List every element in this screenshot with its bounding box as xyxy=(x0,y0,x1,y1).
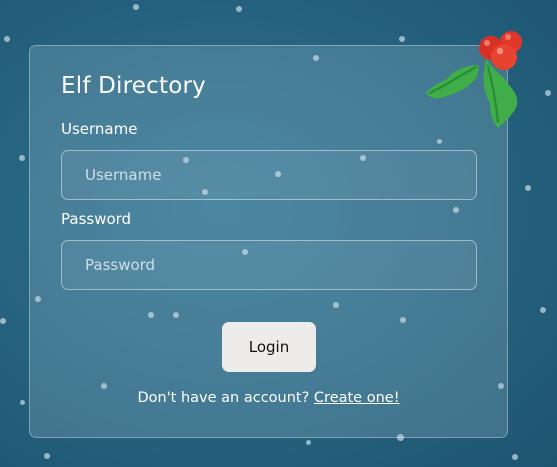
snowflake xyxy=(133,4,139,10)
snowflake xyxy=(525,185,531,191)
snowflake xyxy=(236,6,242,12)
login-button[interactable]: Login xyxy=(222,322,316,372)
snowflake xyxy=(20,400,25,405)
password-input[interactable] xyxy=(61,240,477,290)
snowflake xyxy=(19,155,25,161)
snowflake xyxy=(512,454,518,460)
snowflake xyxy=(399,36,405,42)
page-title: Elf Directory xyxy=(61,73,206,99)
signup-prompt-text: Don't have an account? xyxy=(137,390,310,406)
snowflake xyxy=(545,90,551,96)
password-label: Password xyxy=(61,210,132,228)
snowflake xyxy=(540,307,546,313)
create-account-link[interactable]: Create one! xyxy=(314,390,400,406)
signup-prompt: Don't have an account? Create one! xyxy=(30,390,507,406)
snowflake xyxy=(0,318,6,324)
snowflake xyxy=(306,440,311,445)
username-label: Username xyxy=(61,120,138,138)
snowflake xyxy=(44,453,50,459)
holly-icon xyxy=(426,31,522,128)
username-input[interactable] xyxy=(61,150,477,200)
snowflake xyxy=(4,36,10,42)
